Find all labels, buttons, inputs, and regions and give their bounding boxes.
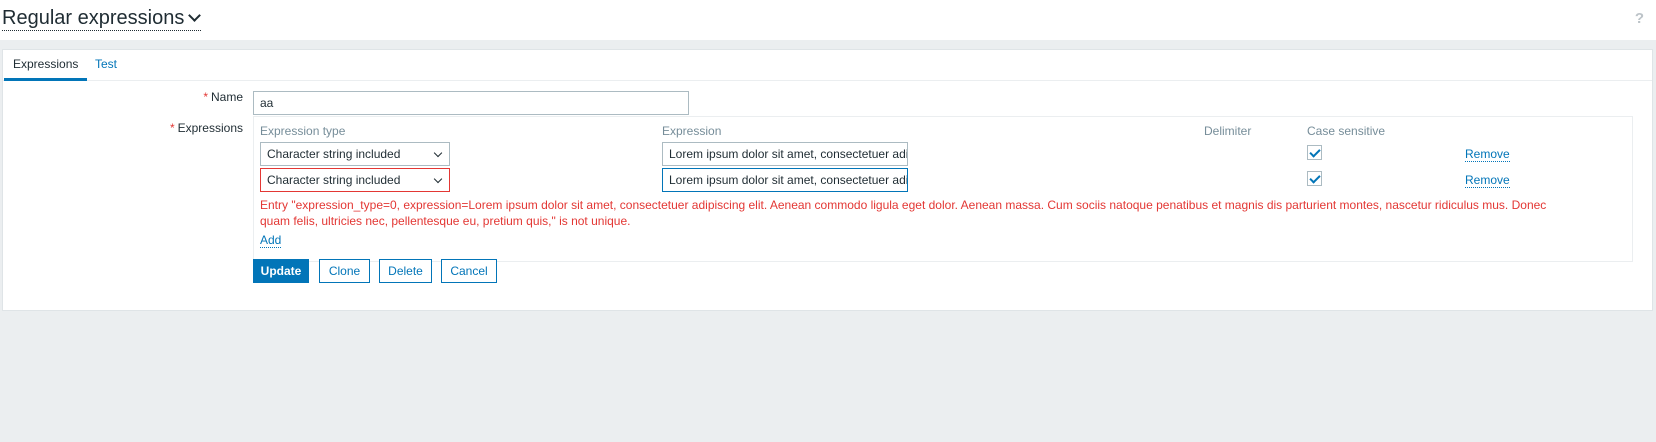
clone-button[interactable]: Clone — [319, 259, 370, 283]
form-panel: Expressions Test * Name aa * Expressions E… — [2, 49, 1653, 311]
page-title-dropdown[interactable]: Regular expressions — [2, 6, 202, 31]
column-header-delimiter: Delimiter — [1204, 124, 1252, 138]
chevron-down-icon — [188, 9, 202, 22]
name-input[interactable]: aa — [253, 91, 689, 115]
tab-test[interactable]: Test — [86, 50, 126, 81]
delete-button[interactable]: Delete — [379, 259, 432, 283]
remove-link[interactable]: Remove — [1465, 147, 1510, 162]
page-title: Regular expressions — [2, 7, 185, 29]
tab-expressions[interactable]: Expressions — [4, 50, 88, 81]
expression-type-select[interactable]: Character string included — [260, 142, 450, 166]
required-mark: * — [169, 121, 175, 135]
expression-type-select[interactable]: Character string included — [260, 168, 450, 192]
column-header-case-sensitive: Case sensitive — [1307, 124, 1386, 138]
add-expression-link[interactable]: Add — [260, 233, 282, 248]
column-header-type: Expression type — [260, 124, 346, 138]
error-message: Entry "expression_type=0, expression=Lor… — [260, 198, 1547, 228]
expression-input[interactable]: Lorem ipsum dolor sit amet, consectetuer… — [662, 142, 908, 166]
help-icon[interactable]: ? — [1635, 10, 1644, 27]
cancel-button[interactable]: Cancel — [441, 259, 497, 283]
case-sensitive-checkbox[interactable] — [1307, 171, 1322, 186]
chevron-down-icon — [433, 174, 443, 184]
required-mark: * — [203, 90, 208, 104]
remove-link[interactable]: Remove — [1465, 173, 1510, 188]
case-sensitive-checkbox[interactable] — [1307, 145, 1322, 160]
page-header: Regular expressions ? — [0, 0, 1656, 40]
column-header-expression: Expression — [662, 124, 722, 138]
expressions-label: * Expressions — [169, 121, 243, 135]
tab-bar: Expressions Test — [3, 50, 1652, 81]
expressions-table: Expression type Expression Delimiter Cas… — [253, 116, 1633, 262]
update-button[interactable]: Update — [253, 259, 309, 283]
expression-input[interactable]: Lorem ipsum dolor sit amet, consectetuer… — [662, 168, 908, 192]
chevron-down-icon — [433, 148, 443, 158]
name-label: * Name — [203, 90, 243, 104]
